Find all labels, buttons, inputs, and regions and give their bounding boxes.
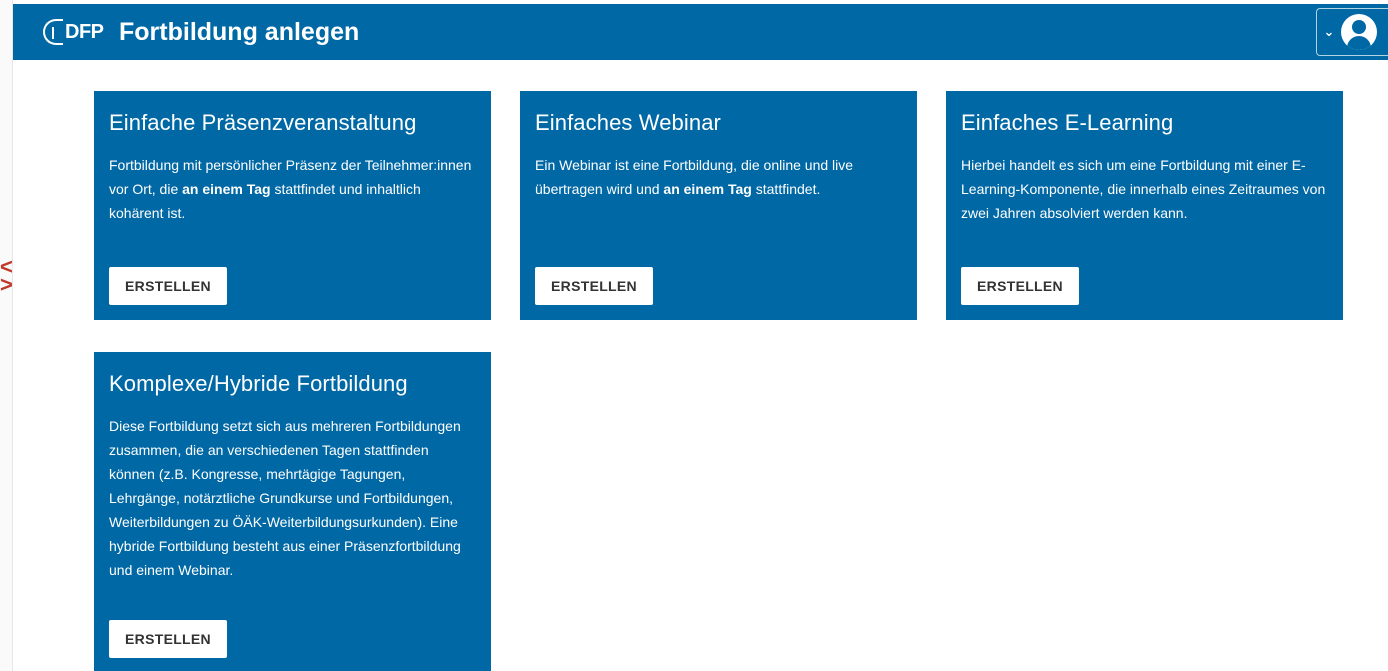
create-komplex-button[interactable]: ERSTELLEN xyxy=(109,620,227,658)
user-avatar-icon xyxy=(1341,14,1377,50)
page-title: Fortbildung anlegen xyxy=(119,18,360,46)
left-edge-panel xyxy=(0,0,13,671)
card-komplex-hybrid: Komplexe/Hybride Fortbildung Diese Fortb… xyxy=(94,352,491,671)
card-description: Ein Webinar ist eine Fortbildung, die on… xyxy=(535,157,854,197)
card-title: Einfaches Webinar xyxy=(535,110,721,135)
logo-text: DFP xyxy=(65,20,104,43)
red-arrow-mark: < > xyxy=(0,254,13,297)
logo-ring-icon xyxy=(43,19,63,45)
card-title: Komplexe/Hybride Fortbildung xyxy=(109,371,408,396)
card-praesenzveranstaltung: Einfache Präsenzveranstaltung Fortbildun… xyxy=(94,91,491,320)
card-elearning: Einfaches E-Learning Hierbei handelt es … xyxy=(946,91,1343,320)
card-description: Hierbei handelt es sich um eine Fortbild… xyxy=(961,157,1326,221)
dfp-logo[interactable]: DFP xyxy=(43,17,104,47)
create-webinar-button[interactable]: ERSTELLEN xyxy=(535,267,653,305)
card-title: Einfache Präsenzveranstaltung xyxy=(109,110,417,135)
top-bar: DFP Fortbildung anlegen ⌄ xyxy=(13,4,1388,60)
card-title: Einfaches E-Learning xyxy=(961,110,1174,135)
user-menu-button[interactable]: ⌄ xyxy=(1316,8,1388,56)
create-elearning-button[interactable]: ERSTELLEN xyxy=(961,267,1079,305)
create-praesenz-button[interactable]: ERSTELLEN xyxy=(109,267,227,305)
card-description: Fortbildung mit persönlicher Präsenz der… xyxy=(109,157,472,221)
card-description: Diese Fortbildung setzt sich aus mehrere… xyxy=(109,418,461,578)
card-webinar: Einfaches Webinar Ein Webinar ist eine F… xyxy=(520,91,917,320)
chevron-down-icon: ⌄ xyxy=(1323,24,1335,39)
